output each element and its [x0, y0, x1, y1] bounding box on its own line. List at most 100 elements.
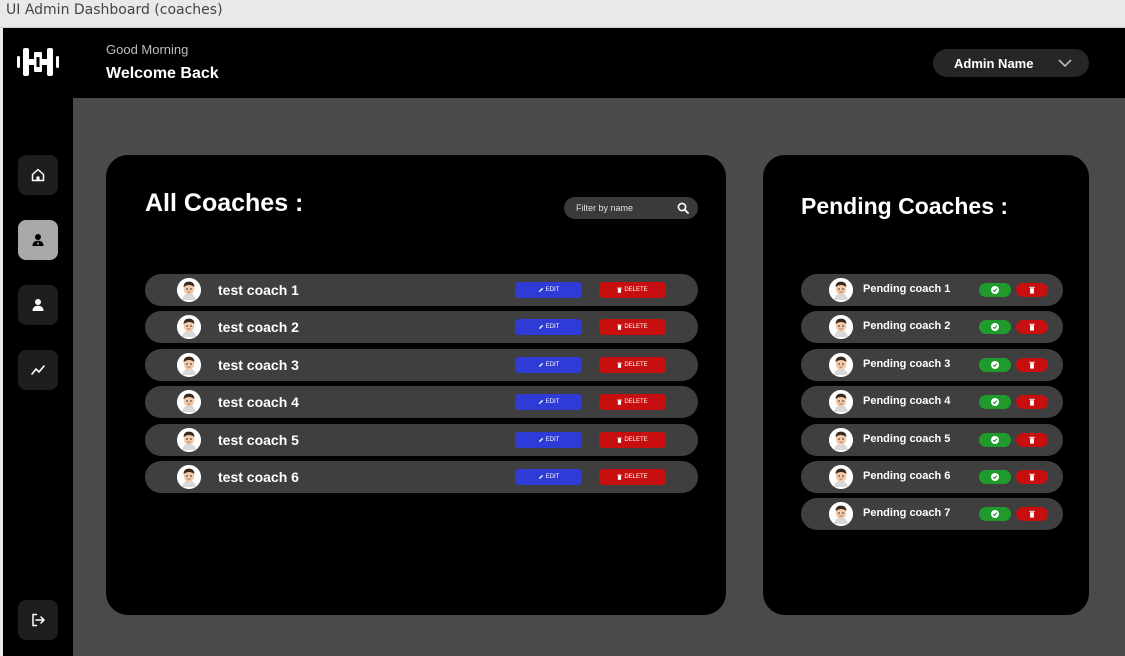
- edit-button[interactable]: EDIT: [515, 431, 582, 448]
- check-circle-icon: [991, 435, 999, 444]
- avatar-icon: [829, 465, 853, 489]
- check-circle-icon: [991, 323, 999, 332]
- avatar: [829, 352, 853, 377]
- approve-button[interactable]: [979, 395, 1011, 410]
- delete-button[interactable]: DELETE: [599, 469, 666, 485]
- delete-label: DELETE: [624, 399, 648, 406]
- delete-button[interactable]: DELETE: [599, 282, 666, 298]
- pencil-icon: [538, 324, 544, 330]
- welcome-text: Welcome Back: [106, 65, 219, 82]
- avatar-icon: [177, 352, 201, 377]
- delete-label: DELETE: [624, 436, 648, 443]
- home-icon: [31, 168, 45, 182]
- avatar-icon: [829, 352, 853, 377]
- approve-button[interactable]: [979, 283, 1011, 297]
- pending-coach-row: Pending coach 2: [801, 311, 1063, 344]
- pending-coaches-panel: Pending Coaches : Pending coach 1 Pendin…: [763, 155, 1089, 615]
- check-circle-icon: [991, 398, 999, 407]
- avatar: [177, 427, 201, 452]
- pending-coach-row: Pending coach 5: [801, 423, 1063, 456]
- edit-label: EDIT: [545, 474, 560, 480]
- sidebar-item-stats[interactable]: [18, 350, 58, 390]
- coach-name: test coach 2: [218, 319, 299, 336]
- coach-row: test coach 5 EDIT DELETE: [145, 423, 698, 456]
- all-coaches-title: All Coaches :: [145, 189, 304, 217]
- coach-row: test coach 4 EDIT DELETE: [145, 386, 698, 419]
- reject-button[interactable]: [1016, 357, 1048, 372]
- sidebar-item-home[interactable]: [18, 155, 58, 195]
- coach-icon: [32, 234, 44, 246]
- chart-line-icon: [31, 365, 45, 375]
- delete-label: DELETE: [624, 361, 648, 368]
- edit-button[interactable]: EDIT: [515, 356, 582, 373]
- pencil-icon: [538, 399, 544, 405]
- edit-button[interactable]: EDIT: [515, 394, 582, 411]
- pencil-icon: [538, 362, 544, 368]
- reject-button[interactable]: [1016, 432, 1048, 447]
- edit-button[interactable]: EDIT: [515, 469, 582, 485]
- coach-row: test coach 3 EDIT DELETE: [145, 348, 698, 381]
- avatar-icon: [829, 427, 853, 452]
- pencil-icon: [538, 287, 544, 293]
- avatar-icon: [829, 390, 853, 415]
- delete-button[interactable]: DELETE: [599, 394, 666, 411]
- delete-button[interactable]: DELETE: [599, 319, 666, 336]
- reject-button[interactable]: [1016, 283, 1048, 297]
- delete-button[interactable]: DELETE: [599, 431, 666, 448]
- trash-icon: [617, 399, 623, 405]
- trash-icon: [1029, 361, 1035, 369]
- avatar: [829, 278, 853, 302]
- trash-icon: [1029, 323, 1035, 331]
- search-icon[interactable]: [677, 202, 689, 214]
- avatar: [829, 502, 853, 527]
- edit-button[interactable]: EDIT: [515, 319, 582, 336]
- reject-button[interactable]: [1016, 507, 1048, 522]
- approve-button[interactable]: [979, 357, 1011, 372]
- all-coaches-panel: All Coaches : test coach 1 EDIT DELETE tes…: [106, 155, 726, 615]
- logout-button[interactable]: [18, 600, 58, 640]
- edit-label: EDIT: [545, 399, 560, 406]
- avatar: [177, 352, 201, 377]
- sidebar-item-users[interactable]: [18, 285, 58, 325]
- avatar-icon: [177, 465, 201, 489]
- delete-button[interactable]: DELETE: [599, 356, 666, 373]
- reject-button[interactable]: [1016, 320, 1048, 335]
- approve-button[interactable]: [979, 432, 1011, 447]
- admin-name: Admin Name: [954, 55, 1034, 71]
- greeting-text: Good Morning: [106, 42, 189, 57]
- trash-icon: [1029, 286, 1035, 294]
- edit-label: EDIT: [545, 324, 560, 331]
- admin-menu[interactable]: Admin Name: [933, 49, 1089, 77]
- approve-button[interactable]: [979, 320, 1011, 335]
- pending-coach-name: Pending coach 6: [863, 470, 951, 482]
- reject-button[interactable]: [1016, 470, 1048, 484]
- reject-button[interactable]: [1016, 395, 1048, 410]
- edit-label: EDIT: [545, 436, 560, 443]
- coach-row: test coach 6 EDIT DELETE: [145, 461, 698, 493]
- trash-icon: [1029, 398, 1035, 406]
- pending-coach-row: Pending coach 7: [801, 498, 1063, 531]
- edit-button[interactable]: EDIT: [515, 282, 582, 298]
- sidebar: [3, 28, 73, 656]
- approve-button[interactable]: [979, 470, 1011, 484]
- coach-name: test coach 5: [218, 431, 299, 448]
- pencil-icon: [538, 474, 544, 480]
- delete-label: DELETE: [624, 474, 648, 480]
- trash-icon: [617, 287, 623, 293]
- avatar-icon: [177, 427, 201, 452]
- avatar: [829, 390, 853, 415]
- pending-coach-row: Pending coach 4: [801, 386, 1063, 419]
- coach-name: test coach 4: [218, 394, 299, 411]
- pending-coach-name: Pending coach 3: [863, 357, 951, 370]
- sidebar-item-coaches[interactable]: [18, 220, 58, 260]
- user-icon: [32, 299, 44, 311]
- coach-name: test coach 3: [218, 356, 299, 373]
- avatar: [177, 315, 201, 340]
- approve-button[interactable]: [979, 507, 1011, 522]
- delete-label: DELETE: [624, 324, 648, 331]
- chevron-down-icon: [1058, 59, 1072, 68]
- check-circle-icon: [991, 473, 999, 481]
- trash-icon: [617, 324, 623, 331]
- dumbbell-logo-icon: [17, 48, 59, 76]
- logout-icon: [32, 613, 45, 627]
